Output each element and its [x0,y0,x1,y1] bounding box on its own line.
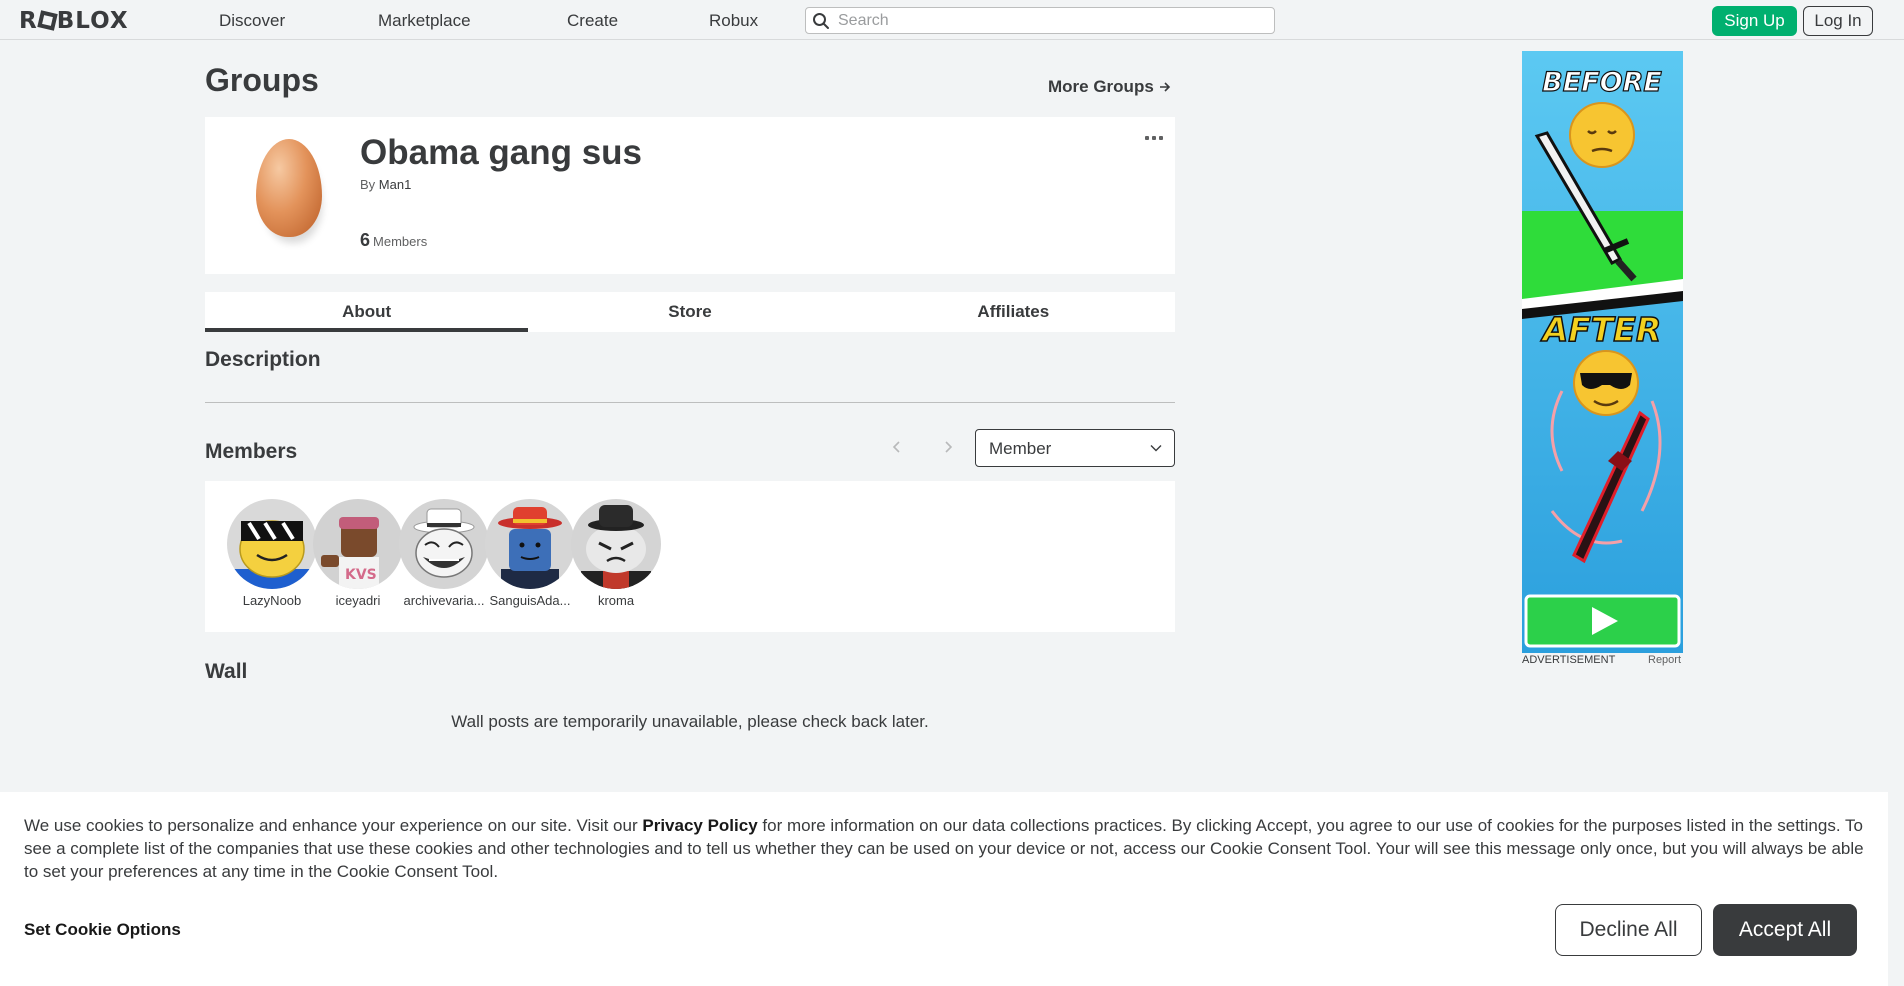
page-title: Groups [205,62,319,98]
sign-up-button[interactable]: Sign Up [1712,6,1797,36]
privacy-policy-link[interactable]: Privacy Policy [642,816,757,835]
group-name: Obama gang sus [360,133,643,172]
pager-previous-button[interactable] [884,435,908,459]
chevron-right-icon [945,441,953,453]
member-name: iceyadri [335,593,381,608]
report-ad-link[interactable]: Report [1648,654,1681,666]
set-cookie-options-link[interactable]: Set Cookie Options [24,920,181,940]
member-count: 6 Members [360,230,427,251]
member-count-value: 6 [360,230,371,250]
svg-text:KVS: KVS [345,567,377,583]
members-list: LazyNoob KVS iceyadri archivevaria... Sa… [205,481,1175,632]
wall-unavailable-message: Wall posts are temporarily unavailable, … [451,712,929,731]
owner-link[interactable]: Man1 [379,177,412,192]
member-name: kroma [597,593,635,608]
more-options-icon[interactable] [1145,132,1167,144]
decline-all-button[interactable]: Decline All [1555,904,1702,956]
egg-image [256,139,322,237]
accept-all-button[interactable]: Accept All [1713,904,1857,956]
tab-affiliates[interactable]: Affiliates [852,292,1175,332]
tab-about[interactable]: About [205,292,529,332]
cookie-text-before: We use cookies to personalize and enhanc… [24,816,643,835]
search-box[interactable] [805,7,1275,34]
nav-robux-link[interactable]: Robux [709,11,758,31]
member-name: archivevaria... [403,593,485,608]
more-groups-link[interactable]: More Groups [1048,77,1171,97]
tab-store[interactable]: Store [528,292,851,332]
member-item[interactable]: SanguisAda... [484,499,576,608]
arrow-right-icon [1159,82,1170,92]
group-header-card: Obama gang sus By Man1 6 Members [205,117,1175,274]
avatar [485,499,575,589]
avatar [399,499,489,589]
role-filter-value: Member [989,439,1052,458]
member-name: LazyNoob [242,593,302,608]
avatar [227,499,317,589]
ad-before-text: BEFORE [1542,67,1662,98]
group-tabs: About Store Affiliates [205,292,1175,332]
member-item[interactable]: archivevaria... [398,499,490,608]
by-label: By [360,177,376,192]
section-divider [205,402,1175,403]
avatar [571,499,661,589]
avatar: KVS [313,499,403,589]
cookie-consent-banner: We use cookies to personalize and enhanc… [0,792,1888,986]
chevron-left-icon [892,441,900,453]
search-input[interactable] [838,10,1268,31]
description-heading: Description [205,348,321,371]
cookie-message: We use cookies to personalize and enhanc… [24,814,1864,883]
nav-marketplace-link[interactable]: Marketplace [378,11,471,31]
nav-discover-link[interactable]: Discover [219,11,285,31]
member-name: SanguisAda... [489,593,571,608]
top-navigation-bar: R BLOX Discover Marketplace Create Robux … [0,0,1904,40]
member-count-label: Members [373,234,428,249]
ad-after-text: AFTER [1540,310,1662,349]
chevron-down-icon [1150,445,1162,452]
log-in-button[interactable]: Log In [1803,6,1873,36]
member-item[interactable]: kroma [570,499,662,608]
nav-create-link[interactable]: Create [567,11,618,31]
advertisement-banner[interactable]: BEFORE AFTER [1522,51,1683,653]
roblox-logo[interactable]: R BLOX [19,8,129,34]
role-filter-dropdown[interactable]: Member [975,429,1175,467]
member-item[interactable]: LazyNoob [226,499,318,608]
more-groups-label: More Groups [1048,77,1154,96]
advertisement-label: ADVERTISEMENT [1522,654,1616,666]
pager-next-button[interactable] [937,435,961,459]
group-emblem [229,128,351,263]
search-icon [813,13,829,29]
members-heading: Members [205,440,298,463]
member-item[interactable]: KVS iceyadri [312,499,404,608]
group-owner: By Man1 [360,177,411,192]
wall-heading: Wall [205,660,248,683]
